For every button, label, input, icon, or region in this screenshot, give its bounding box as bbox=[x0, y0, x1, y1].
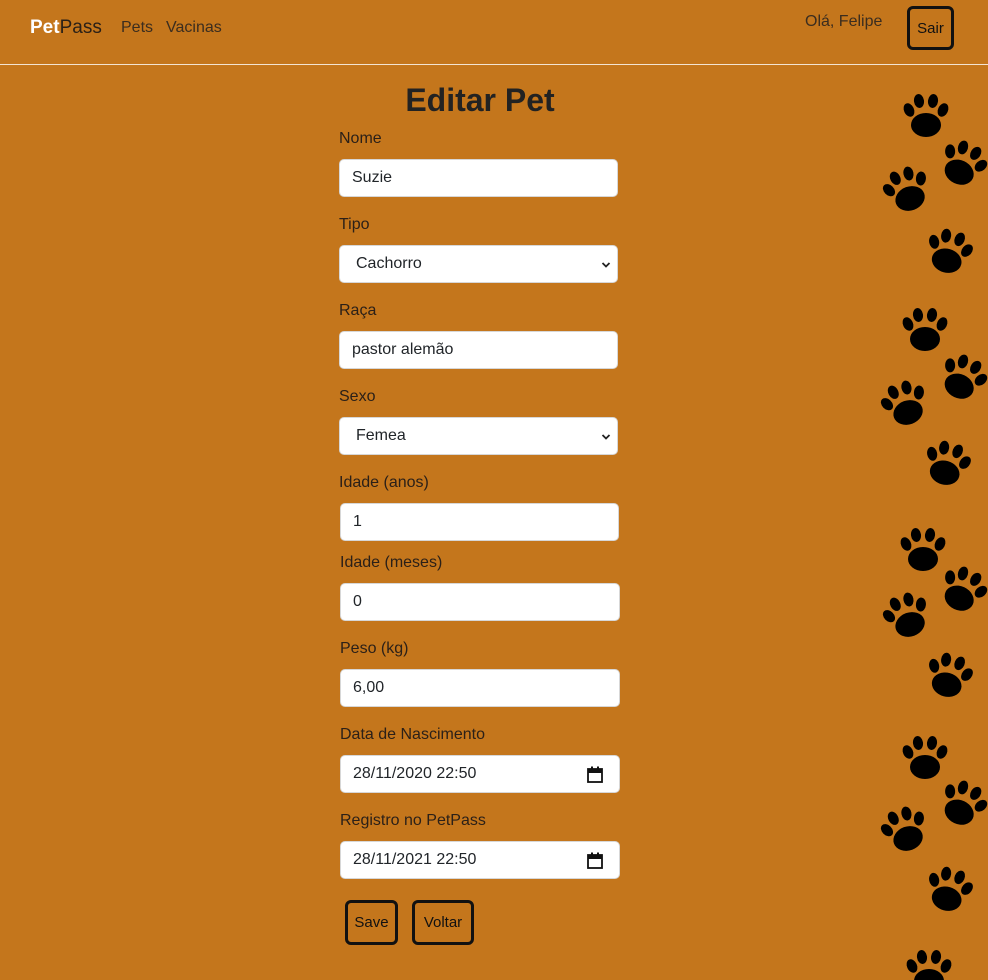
nascimento-datetime-input[interactable]: 28/11/2020 22:50 bbox=[340, 755, 620, 793]
paw-print-decoration bbox=[875, 86, 988, 980]
brand-logo[interactable]: PetPass bbox=[30, 17, 102, 39]
idade-meses-input[interactable]: 0 bbox=[340, 583, 620, 621]
calendar-icon[interactable] bbox=[587, 852, 603, 869]
chevron-down-icon bbox=[601, 262, 611, 268]
paw-print-icon bbox=[875, 374, 936, 433]
paw-print-icon bbox=[919, 647, 979, 703]
sexo-value: Femea bbox=[356, 427, 406, 444]
user-greeting: Olá, Felipe bbox=[805, 13, 883, 30]
logout-button[interactable]: Sair bbox=[907, 6, 954, 50]
paw-print-icon bbox=[900, 307, 950, 351]
chevron-down-icon bbox=[601, 434, 611, 440]
paw-print-icon bbox=[901, 93, 951, 137]
raca-input[interactable]: pastor alemão bbox=[339, 331, 618, 369]
sexo-label: Sexo bbox=[339, 388, 376, 405]
registro-label: Registro no PetPass bbox=[340, 812, 486, 829]
idade-anos-value: 1 bbox=[353, 513, 362, 530]
brand-pet: Pet bbox=[30, 17, 60, 38]
navbar: PetPass Pets Vacinas Olá, Felipe Sair bbox=[0, 0, 988, 65]
registro-datetime-input[interactable]: 28/11/2021 22:50 bbox=[340, 841, 620, 879]
paw-print-icon bbox=[875, 800, 936, 859]
idade-meses-value: 0 bbox=[353, 593, 362, 610]
idade-anos-label: Idade (anos) bbox=[339, 474, 429, 491]
idade-meses-label: Idade (meses) bbox=[340, 554, 443, 571]
paw-print-icon bbox=[919, 861, 979, 917]
page-title: Editar Pet bbox=[405, 82, 555, 118]
tipo-value: Cachorro bbox=[356, 255, 422, 272]
calendar-icon[interactable] bbox=[587, 766, 603, 783]
sexo-select[interactable]: Femea bbox=[339, 417, 618, 455]
tipo-select[interactable]: Cachorro bbox=[339, 245, 618, 283]
brand-pass: Pass bbox=[59, 17, 102, 38]
registro-value: 28/11/2021 22:50 bbox=[353, 851, 477, 868]
tipo-label: Tipo bbox=[339, 216, 370, 233]
paw-print-icon bbox=[876, 586, 938, 645]
raca-label: Raça bbox=[339, 302, 377, 319]
voltar-button[interactable]: Voltar bbox=[412, 900, 474, 945]
nome-input[interactable]: Suzie bbox=[339, 159, 618, 197]
nascimento-label: Data de Nascimento bbox=[340, 726, 485, 743]
peso-value: 6,00 bbox=[353, 679, 385, 696]
paw-print-icon bbox=[917, 435, 977, 491]
save-button[interactable]: Save bbox=[345, 900, 398, 945]
nome-label: Nome bbox=[339, 130, 382, 147]
peso-input[interactable]: 6,00 bbox=[340, 669, 620, 707]
idade-anos-input[interactable]: 1 bbox=[340, 503, 619, 541]
peso-label: Peso (kg) bbox=[340, 640, 409, 657]
paw-print-icon bbox=[904, 949, 954, 980]
nav-link-vacinas[interactable]: Vacinas bbox=[166, 19, 222, 37]
paw-print-icon bbox=[898, 527, 948, 571]
paw-print-icon bbox=[900, 735, 950, 779]
nascimento-value: 28/11/2020 22:50 bbox=[353, 765, 477, 782]
nav-link-pets[interactable]: Pets bbox=[121, 19, 153, 37]
paw-print-icon bbox=[919, 223, 979, 279]
raca-value: pastor alemão bbox=[352, 341, 454, 358]
paw-print-icon bbox=[876, 160, 938, 219]
nome-value: Suzie bbox=[352, 169, 393, 186]
